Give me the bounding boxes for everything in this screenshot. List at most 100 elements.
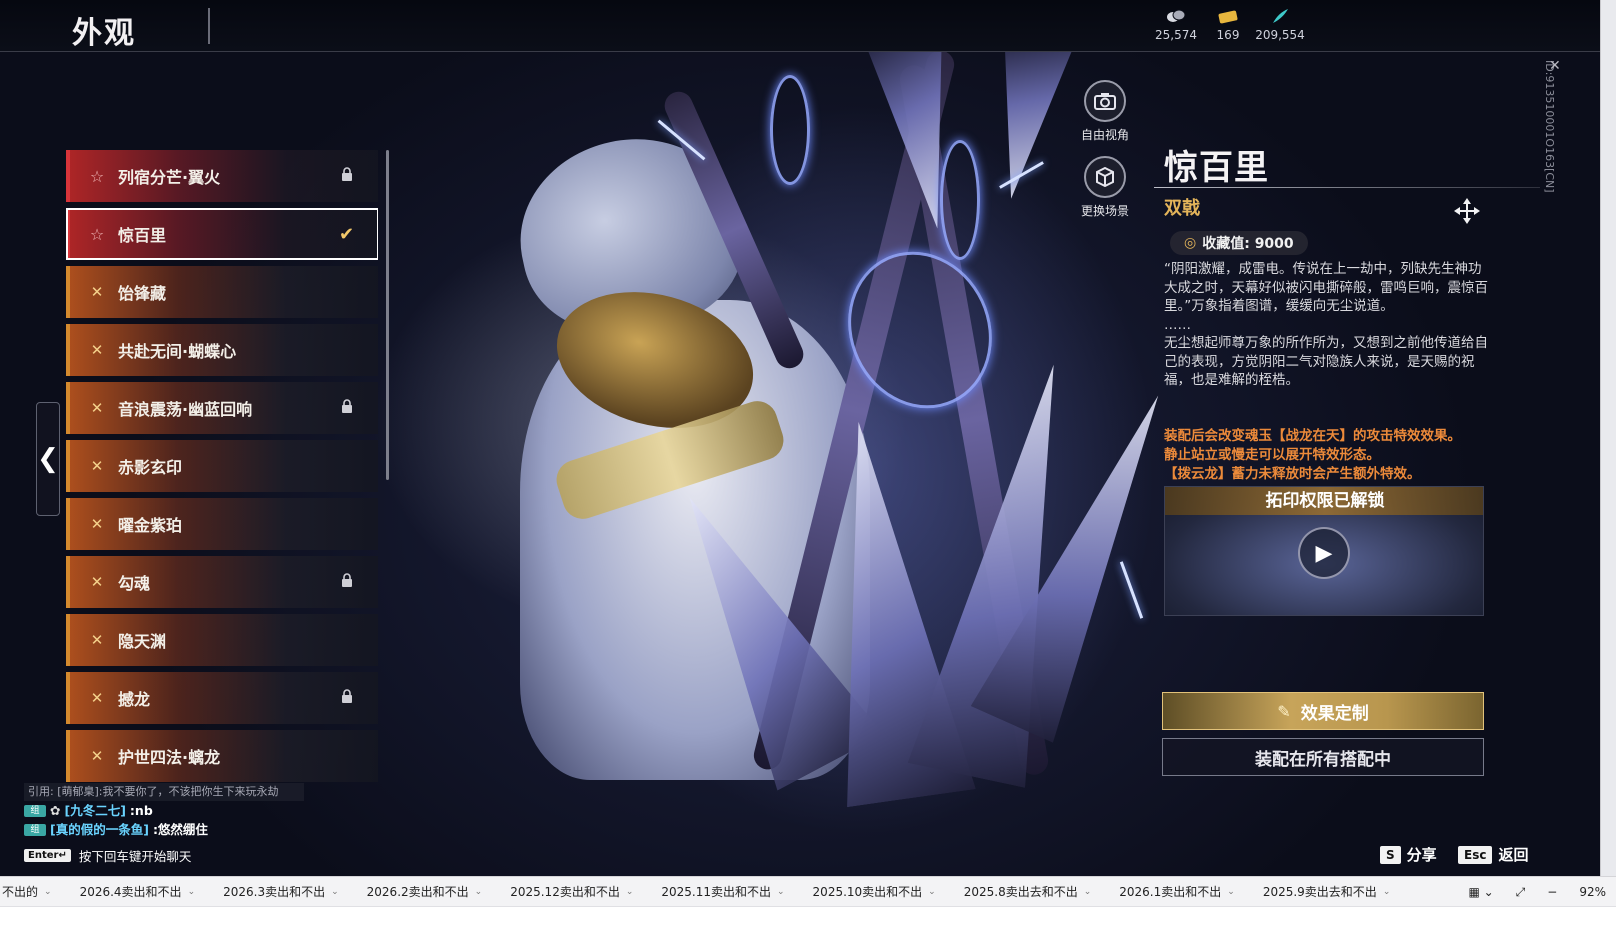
skin-list-item[interactable]: ☆ 列宿分芒·翼火 [66,150,378,202]
brush-icon: ✎ [1277,701,1291,721]
chat-channel-tag: 组 [24,824,46,836]
sheet-tab-label: 2026.2卖出和不出 [366,885,469,899]
skin-list-item[interactable]: ✕ 隐天渊 [66,614,378,666]
chat-input-hint[interactable]: Enter↵ 按下回车键开始聊天 [24,845,384,865]
effect-line: 【拨云龙】蓄力未释放时会产生额外特效。 [1164,466,1421,482]
sheet-tab[interactable]: 2025.10卖出和不出 ⌄ [813,883,936,900]
chevron-down-icon: ⌄ [928,886,936,897]
window-edge [1600,0,1616,903]
lightning-ring [770,75,810,185]
skin-list-item[interactable]: ✕ 曜金紫珀 [66,498,378,550]
change-scene-label: 更换场景 [1080,204,1129,218]
sheet-tab-label: 2025.11卖出和不出 [661,885,771,899]
sheet-tab[interactable]: 2026.2卖出和不出 ⌄ [367,883,483,900]
zoom-level[interactable]: 92% [1579,885,1606,899]
sheet-tab[interactable]: 2025.12卖出和不出 ⌄ [510,883,633,900]
effect-line: 装配后会改变魂玉【战龙在天】的攻击特效效果。 [1164,428,1461,444]
cross-mark-icon: ✕ [90,399,104,417]
back-button[interactable]: Esc 返回 [1458,844,1528,865]
back-label: 返回 [1498,846,1529,864]
currency-feathers-value: 209,554 [1255,28,1305,42]
skin-list-item[interactable]: ✕ 护世四法·螭龙 [66,730,378,782]
currency-tickets-value: 169 [1216,28,1240,42]
star-icon: ☆ [89,224,105,244]
free-view-button[interactable]: 自由视角 [1075,80,1135,143]
collect-value-badge: ◎ 收藏值: 9000 [1170,231,1308,255]
skin-list-item-label: 共赴无间·蝴蝶心 [118,342,237,361]
game-window: 外观 25,574 169 209,554 ❮ ☆ 列宿分芒·翼火 ☆ 惊百里 … [0,0,1600,903]
sheet-tab[interactable]: 2025.9卖出去和不出 ⌄ [1263,883,1391,900]
chat-text: :悠然绷住 [152,822,208,837]
skin-list-scrollbar[interactable] [386,150,389,480]
sheet-tab[interactable]: 不出的 ⌄ [2,883,52,900]
fullscreen-icon[interactable]: ⤢ [1516,885,1526,900]
collapse-panel-button[interactable]: ❮ [36,402,60,516]
cross-mark-icon: ✕ [90,747,104,765]
checkmark-icon: ✔ [339,223,355,245]
chat-box: 引用: [萌郁臬]:我不要你了，不该把你生下来玩永劫 组 ✿ [九冬二七] :n… [24,783,384,865]
player-id: ID:913510001O163[CN] [1543,60,1556,193]
lightning-ring [940,140,980,260]
page-title: 外观 [72,16,136,51]
sheet-tab[interactable]: 2025.8卖出去和不出 ⌄ [964,883,1092,900]
skin-list-item[interactable]: ☆ 惊百里 ✔ [66,208,378,260]
chat-sender[interactable]: [真的假的一条鱼] [50,821,149,839]
cross-mark-icon: ✕ [90,573,104,591]
sheet-tab-label: 2026.1卖出和不出 [1119,885,1222,899]
sheet-tab[interactable]: 2025.11卖出和不出 ⌄ [661,883,784,900]
currency-tickets: 169 [1198,8,1258,42]
skin-list-item[interactable]: ✕ 撼龙 [66,672,378,724]
cross-mark-icon: ✕ [90,283,104,301]
skin-list-item[interactable]: ✕ 音浪震荡·幽蓝回响 [66,382,378,434]
lightning-bolt [1119,561,1144,619]
close-icon[interactable]: ✕ [1549,58,1561,74]
free-view-label: 自由视角 [1080,128,1129,142]
play-icon[interactable]: ▶ [1298,527,1350,579]
effect-preview-video[interactable]: 拓印权限已解锁 ▶ [1164,486,1484,616]
currency-feathers: 209,554 [1250,8,1310,42]
share-button[interactable]: S 分享 [1380,844,1437,865]
skin-list-item[interactable]: ✕ 赤影玄印 [66,440,378,492]
camera-icon [1084,80,1126,122]
chat-text: :nb [129,803,153,818]
equip-all-button[interactable]: 装配在所有搭配中 [1162,738,1484,776]
sheet-tab-bar: 不出的 ⌄ 2026.4卖出和不出 ⌄ 2026.3卖出和不出 ⌄ 2026.2卖出和不出 ⌄… [0,876,1616,906]
skin-list-item-label: 曜金紫珀 [118,516,183,535]
feather-icon [1269,8,1291,24]
grid-view-icon[interactable]: ▦ ⌄ [1468,885,1493,899]
customize-effect-button[interactable]: ✎ 效果定制 [1162,692,1484,730]
skin-list-item-label: 列宿分芒·翼火 [118,168,221,187]
weapon-blade [977,35,1074,205]
sheet-tab[interactable]: 2026.1卖出和不出 ⌄ [1119,883,1235,900]
cross-mark-icon: ✕ [90,341,104,359]
chat-channel-tag: 组 [24,805,46,817]
chat-message: 组 ✿ [九冬二七] :nb [24,802,384,820]
share-label: 分享 [1406,846,1437,864]
lock-icon [341,573,357,591]
skin-list-item[interactable]: ✕ 共赴无间·蝴蝶心 [66,324,378,376]
zoom-out-icon[interactable]: − [1547,885,1557,899]
skin-list-item-label: 惊百里 [118,226,167,245]
lock-icon [341,167,357,185]
chat-hint-text: 按下回车键开始聊天 [78,848,192,864]
sheet-tab[interactable]: 2026.4卖出和不出 ⌄ [80,883,196,900]
sheet-tab-label: 2026.4卖出和不出 [79,885,182,899]
sheet-tab-label: 2026.3卖出和不出 [223,885,326,899]
skin-list-item-label: 隐天渊 [118,632,167,651]
item-name-divider [1154,187,1540,188]
preview-banner: 拓印权限已解锁 [1165,487,1483,515]
screen: 外观 25,574 169 209,554 ❮ ☆ 列宿分芒·翼火 ☆ 惊百里 … [0,0,1616,939]
skin-list-item[interactable]: ✕ 勾魂 [66,556,378,608]
skin-list: ☆ 列宿分芒·翼火 ☆ 惊百里 ✔ ✕ 饴锋藏 ✕ 共赴无间·蝴蝶心 ✕ 音浪震荡·幽蓝回响 ✕ 赤影玄… [66,150,378,790]
description-paragraph: “阴阳激耀，成雷电。传说在上一劫中，列缺先生神功大成之时，天幕好似被闪电撕碎般，… [1164,261,1488,314]
skin-list-item[interactable]: ✕ 饴锋藏 [66,266,378,318]
move-arrows-icon[interactable] [1452,196,1482,226]
chevron-left-icon: ❮ [37,444,59,474]
sheet-tabs: 不出的 ⌄ 2026.4卖出和不出 ⌄ 2026.3卖出和不出 ⌄ 2026.2卖出和不出 ⌄… [2,883,1390,900]
chevron-down-icon: ⌄ [777,886,785,897]
sheet-tab[interactable]: 2026.3卖出和不出 ⌄ [223,883,339,900]
lock-icon [341,399,357,417]
view-controls: ▦ ⌄ ⤢ − 92% [1468,877,1606,907]
chat-sender[interactable]: [九冬二七] [64,802,125,820]
change-scene-button[interactable]: 更换场景 [1075,156,1135,219]
